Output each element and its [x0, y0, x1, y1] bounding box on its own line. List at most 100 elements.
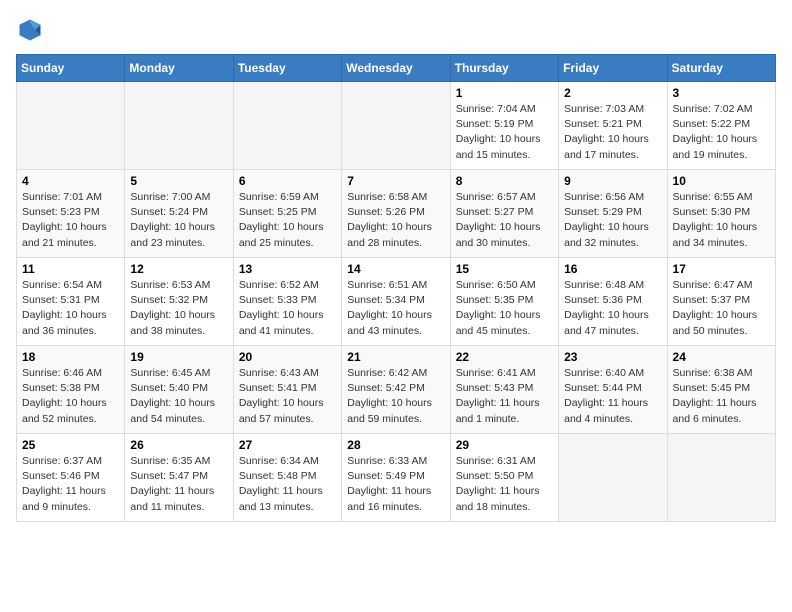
calendar-week-row: 18 Sunrise: 6:46 AM Sunset: 5:38 PM Dayli… — [17, 346, 776, 434]
day-info: Sunrise: 6:47 AM Sunset: 5:37 PM Dayligh… — [673, 278, 770, 339]
day-number: 9 — [564, 174, 661, 188]
calendar-cell: 19 Sunrise: 6:45 AM Sunset: 5:40 PM Dayli… — [125, 346, 233, 434]
calendar-cell — [125, 82, 233, 170]
weekday-header-monday: Monday — [125, 55, 233, 82]
weekday-header-wednesday: Wednesday — [342, 55, 450, 82]
calendar-cell: 24 Sunrise: 6:38 AM Sunset: 5:45 PM Dayli… — [667, 346, 775, 434]
calendar-cell: 17 Sunrise: 6:47 AM Sunset: 5:37 PM Dayli… — [667, 258, 775, 346]
day-number: 1 — [456, 86, 553, 100]
day-info: Sunrise: 6:33 AM Sunset: 5:49 PM Dayligh… — [347, 454, 444, 515]
calendar-cell: 18 Sunrise: 6:46 AM Sunset: 5:38 PM Dayli… — [17, 346, 125, 434]
day-info: Sunrise: 7:04 AM Sunset: 5:19 PM Dayligh… — [456, 102, 553, 163]
calendar-table: SundayMondayTuesdayWednesdayThursdayFrid… — [16, 54, 776, 522]
day-number: 5 — [130, 174, 227, 188]
weekday-header-friday: Friday — [559, 55, 667, 82]
day-number: 12 — [130, 262, 227, 276]
day-info: Sunrise: 6:40 AM Sunset: 5:44 PM Dayligh… — [564, 366, 661, 427]
calendar-cell: 2 Sunrise: 7:03 AM Sunset: 5:21 PM Daylig… — [559, 82, 667, 170]
weekday-header-row: SundayMondayTuesdayWednesdayThursdayFrid… — [17, 55, 776, 82]
calendar-cell: 1 Sunrise: 7:04 AM Sunset: 5:19 PM Daylig… — [450, 82, 558, 170]
calendar-cell: 26Sunrise: 6:35 AM Sunset: 5:47 PM Dayli… — [125, 434, 233, 522]
calendar-cell: 15 Sunrise: 6:50 AM Sunset: 5:35 PM Dayli… — [450, 258, 558, 346]
calendar-cell: 22Sunrise: 6:41 AM Sunset: 5:43 PM Dayli… — [450, 346, 558, 434]
calendar-cell: 20 Sunrise: 6:43 AM Sunset: 5:41 PM Dayli… — [233, 346, 341, 434]
calendar-cell: 23 Sunrise: 6:40 AM Sunset: 5:44 PM Dayli… — [559, 346, 667, 434]
day-number: 16 — [564, 262, 661, 276]
day-number: 17 — [673, 262, 770, 276]
calendar-cell: 11 Sunrise: 6:54 AM Sunset: 5:31 PM Dayli… — [17, 258, 125, 346]
day-info: Sunrise: 6:41 AM Sunset: 5:43 PM Dayligh… — [456, 366, 553, 427]
weekday-header-sunday: Sunday — [17, 55, 125, 82]
page-header — [16, 16, 776, 44]
day-number: 28 — [347, 438, 444, 452]
calendar-cell: 14 Sunrise: 6:51 AM Sunset: 5:34 PM Dayli… — [342, 258, 450, 346]
day-number: 11 — [22, 262, 119, 276]
calendar-cell — [342, 82, 450, 170]
day-info: Sunrise: 6:37 AM Sunset: 5:46 PM Dayligh… — [22, 454, 119, 515]
day-info: Sunrise: 6:53 AM Sunset: 5:32 PM Dayligh… — [130, 278, 227, 339]
calendar-cell: 8 Sunrise: 6:57 AM Sunset: 5:27 PM Daylig… — [450, 170, 558, 258]
logo — [16, 16, 48, 44]
day-number: 2 — [564, 86, 661, 100]
weekday-header-thursday: Thursday — [450, 55, 558, 82]
calendar-cell: 16 Sunrise: 6:48 AM Sunset: 5:36 PM Dayli… — [559, 258, 667, 346]
day-number: 14 — [347, 262, 444, 276]
calendar-cell: 3 Sunrise: 7:02 AM Sunset: 5:22 PM Daylig… — [667, 82, 775, 170]
day-number: 25 — [22, 438, 119, 452]
day-info: Sunrise: 6:43 AM Sunset: 5:41 PM Dayligh… — [239, 366, 336, 427]
calendar-cell: 6 Sunrise: 6:59 AM Sunset: 5:25 PM Daylig… — [233, 170, 341, 258]
calendar-cell: 29 Sunrise: 6:31 AM Sunset: 5:50 PM Dayli… — [450, 434, 558, 522]
day-info: Sunrise: 7:00 AM Sunset: 5:24 PM Dayligh… — [130, 190, 227, 251]
day-number: 4 — [22, 174, 119, 188]
day-info: Sunrise: 7:01 AM Sunset: 5:23 PM Dayligh… — [22, 190, 119, 251]
day-info: Sunrise: 6:45 AM Sunset: 5:40 PM Dayligh… — [130, 366, 227, 427]
calendar-cell: 10 Sunrise: 6:55 AM Sunset: 5:30 PM Dayli… — [667, 170, 775, 258]
weekday-header-tuesday: Tuesday — [233, 55, 341, 82]
calendar-cell — [667, 434, 775, 522]
day-number: 7 — [347, 174, 444, 188]
day-number: 23 — [564, 350, 661, 364]
day-info: Sunrise: 6:59 AM Sunset: 5:25 PM Dayligh… — [239, 190, 336, 251]
calendar-cell: 13Sunrise: 6:52 AM Sunset: 5:33 PM Dayli… — [233, 258, 341, 346]
calendar-cell: 4 Sunrise: 7:01 AM Sunset: 5:23 PM Daylig… — [17, 170, 125, 258]
calendar-cell: 9 Sunrise: 6:56 AM Sunset: 5:29 PM Daylig… — [559, 170, 667, 258]
day-number: 13 — [239, 262, 336, 276]
weekday-header-saturday: Saturday — [667, 55, 775, 82]
calendar-week-row: 11 Sunrise: 6:54 AM Sunset: 5:31 PM Dayli… — [17, 258, 776, 346]
day-info: Sunrise: 6:46 AM Sunset: 5:38 PM Dayligh… — [22, 366, 119, 427]
day-number: 3 — [673, 86, 770, 100]
day-info: Sunrise: 6:38 AM Sunset: 5:45 PM Dayligh… — [673, 366, 770, 427]
day-info: Sunrise: 6:50 AM Sunset: 5:35 PM Dayligh… — [456, 278, 553, 339]
calendar-cell: 21Sunrise: 6:42 AM Sunset: 5:42 PM Dayli… — [342, 346, 450, 434]
day-number: 8 — [456, 174, 553, 188]
day-info: Sunrise: 6:34 AM Sunset: 5:48 PM Dayligh… — [239, 454, 336, 515]
day-number: 15 — [456, 262, 553, 276]
day-info: Sunrise: 6:31 AM Sunset: 5:50 PM Dayligh… — [456, 454, 553, 515]
calendar-cell: 27Sunrise: 6:34 AM Sunset: 5:48 PM Dayli… — [233, 434, 341, 522]
day-info: Sunrise: 6:35 AM Sunset: 5:47 PM Dayligh… — [130, 454, 227, 515]
day-info: Sunrise: 6:48 AM Sunset: 5:36 PM Dayligh… — [564, 278, 661, 339]
calendar-cell — [17, 82, 125, 170]
calendar-cell: 7 Sunrise: 6:58 AM Sunset: 5:26 PM Daylig… — [342, 170, 450, 258]
calendar-cell — [559, 434, 667, 522]
day-info: Sunrise: 6:56 AM Sunset: 5:29 PM Dayligh… — [564, 190, 661, 251]
day-info: Sunrise: 6:54 AM Sunset: 5:31 PM Dayligh… — [22, 278, 119, 339]
day-number: 10 — [673, 174, 770, 188]
calendar-cell: 12 Sunrise: 6:53 AM Sunset: 5:32 PM Dayli… — [125, 258, 233, 346]
day-number: 24 — [673, 350, 770, 364]
day-info: Sunrise: 6:58 AM Sunset: 5:26 PM Dayligh… — [347, 190, 444, 251]
calendar-cell — [233, 82, 341, 170]
day-number: 21 — [347, 350, 444, 364]
calendar-cell: 28 Sunrise: 6:33 AM Sunset: 5:49 PM Dayli… — [342, 434, 450, 522]
day-number: 6 — [239, 174, 336, 188]
day-info: Sunrise: 6:55 AM Sunset: 5:30 PM Dayligh… — [673, 190, 770, 251]
day-info: Sunrise: 7:02 AM Sunset: 5:22 PM Dayligh… — [673, 102, 770, 163]
day-info: Sunrise: 6:57 AM Sunset: 5:27 PM Dayligh… — [456, 190, 553, 251]
day-info: Sunrise: 7:03 AM Sunset: 5:21 PM Dayligh… — [564, 102, 661, 163]
calendar-week-row: 4 Sunrise: 7:01 AM Sunset: 5:23 PM Daylig… — [17, 170, 776, 258]
day-number: 20 — [239, 350, 336, 364]
day-number: 19 — [130, 350, 227, 364]
day-number: 29 — [456, 438, 553, 452]
day-info: Sunrise: 6:51 AM Sunset: 5:34 PM Dayligh… — [347, 278, 444, 339]
day-number: 18 — [22, 350, 119, 364]
